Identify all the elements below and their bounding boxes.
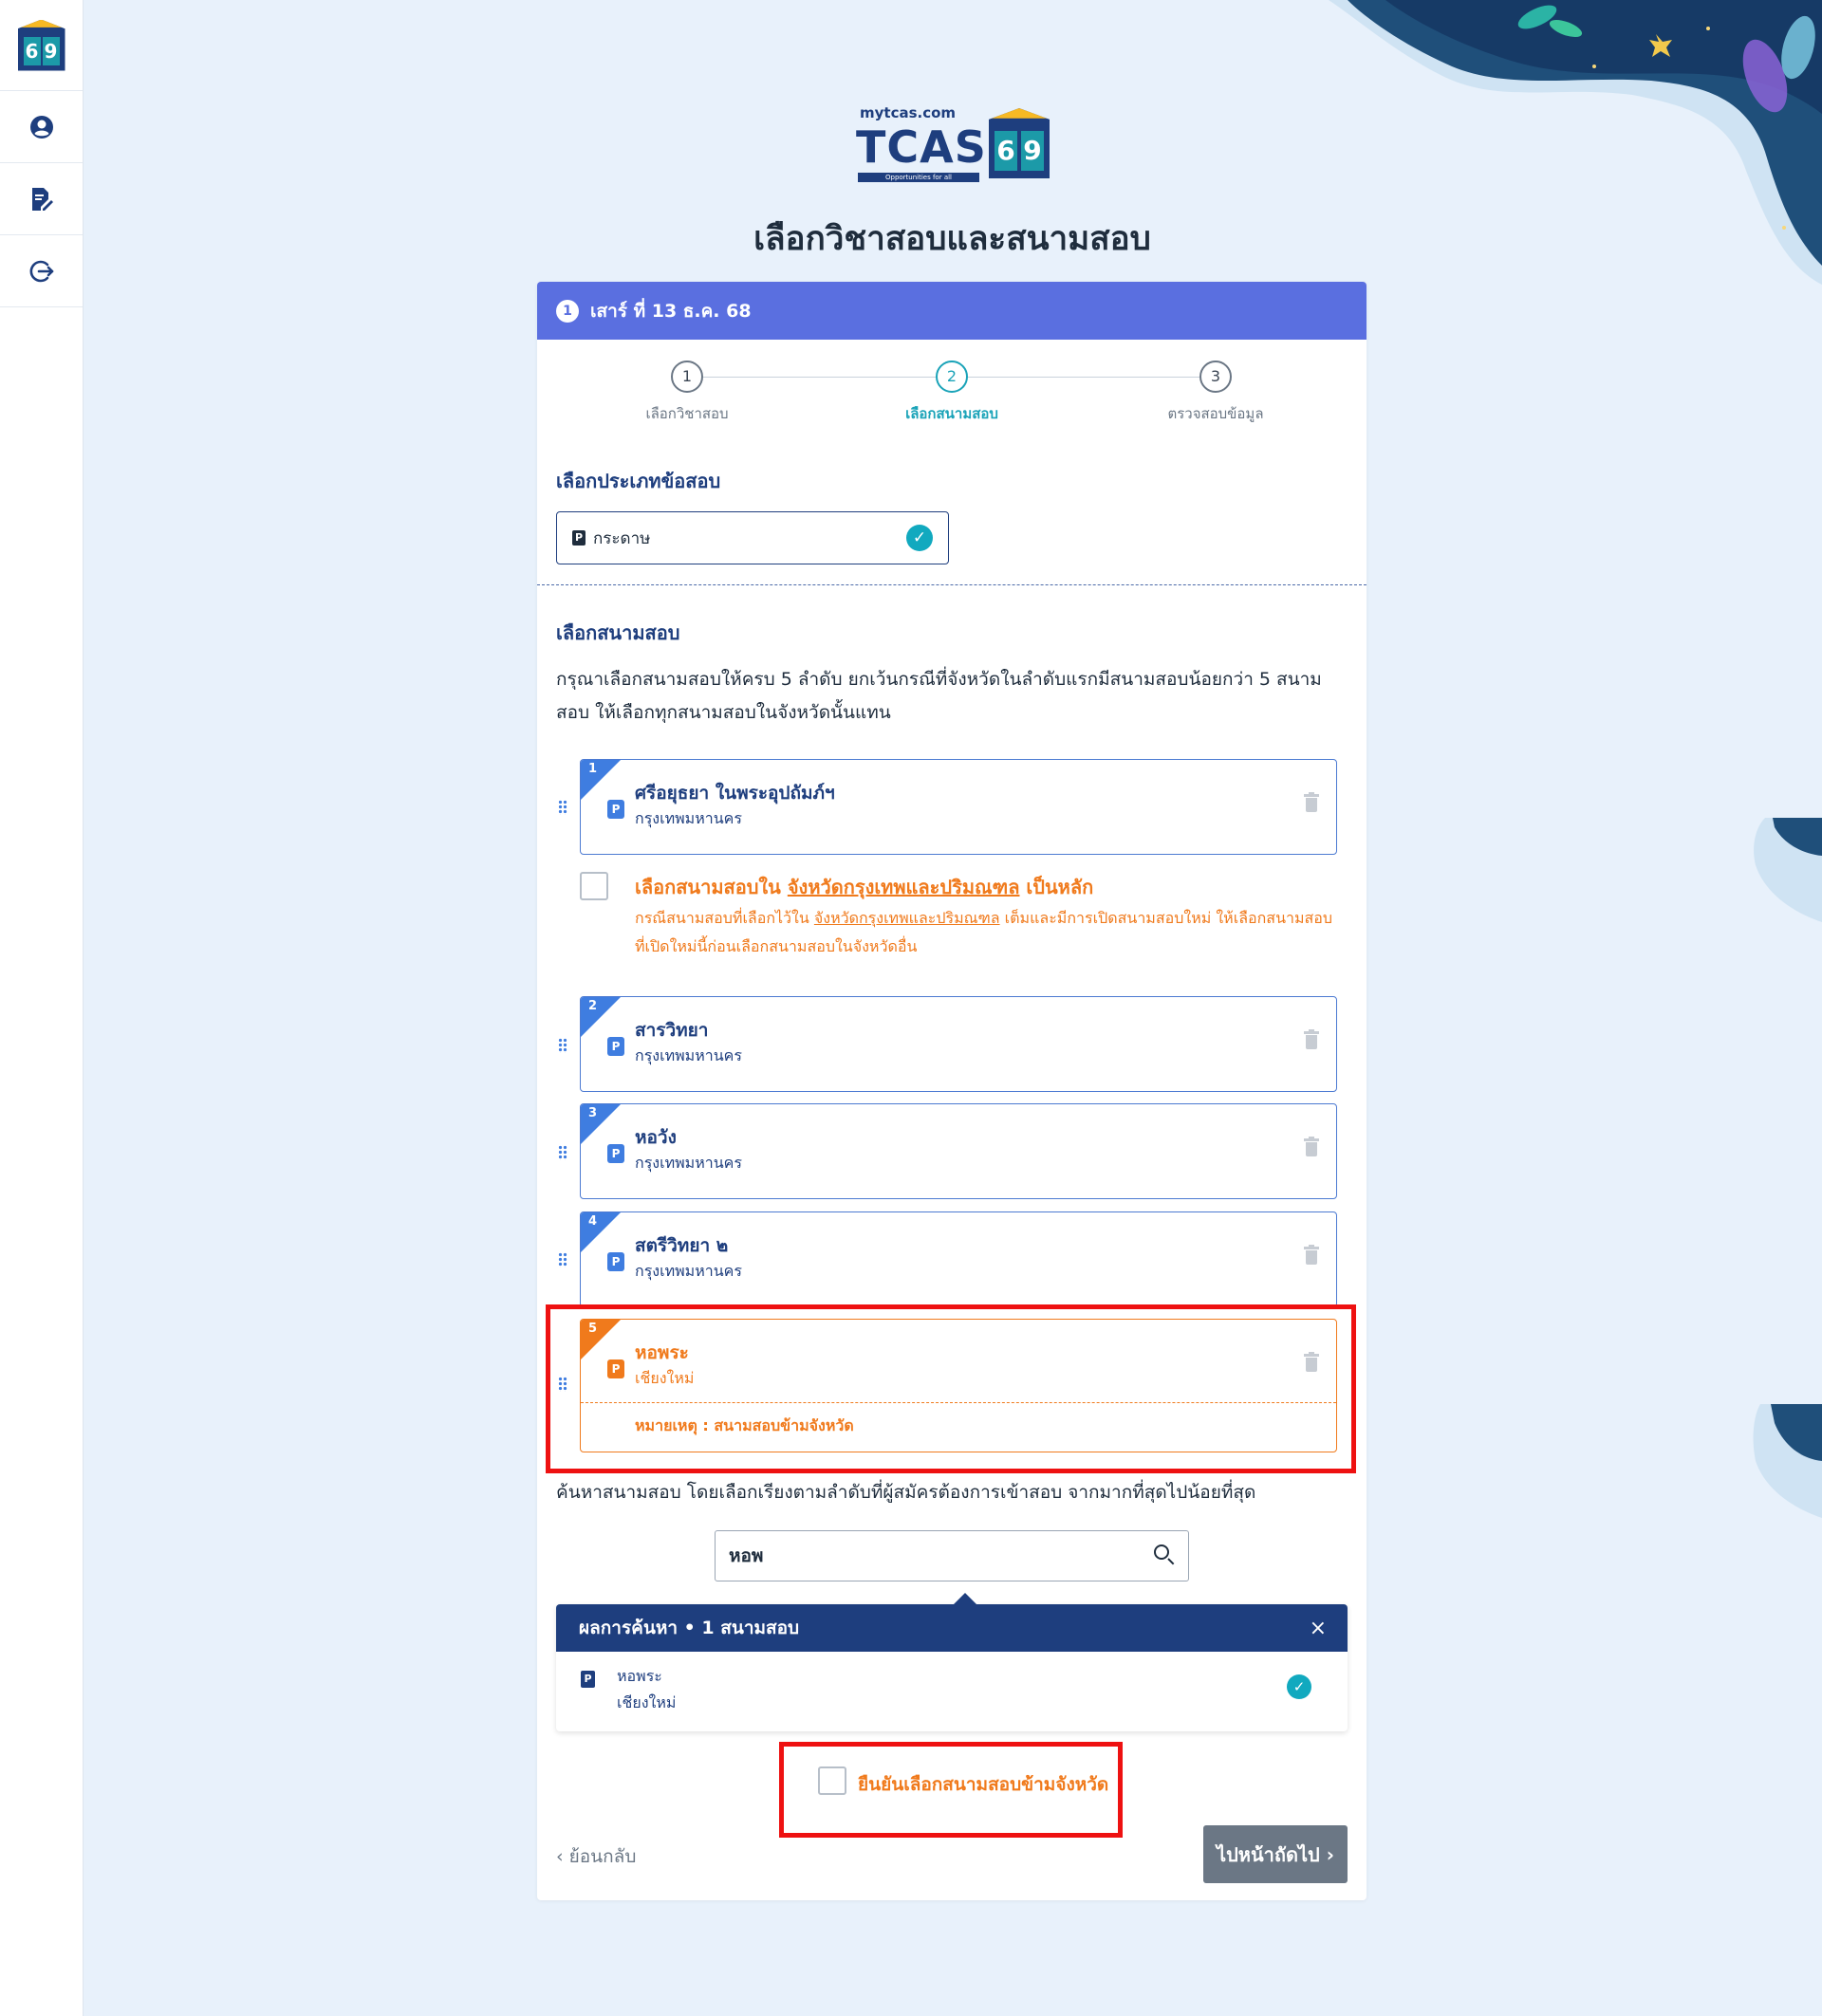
search-results-title: ผลการค้นหา • 1 สนามสอบ [579, 1618, 800, 1638]
paper-icon: P [572, 530, 586, 546]
exam-type-option-paper[interactable]: P กระดาษ ✓ [556, 511, 949, 564]
paper-icon: P [607, 1252, 624, 1271]
step-review: 3 ตรวจสอบข้อมูล [1121, 361, 1311, 425]
trash-icon[interactable] [1304, 1029, 1319, 1050]
primary-province-suffix: เป็นหลัก [1019, 876, 1094, 898]
venue-province: กรุงเทพมหานคร [635, 1046, 742, 1064]
venue-item-1[interactable]: 1 P ศรีอยุธยา ในพระอุปถัมภ์ฯ กรุงเทพมหาน… [580, 759, 1337, 855]
venue-search-input[interactable]: หอพ [715, 1530, 1189, 1581]
search-hint: ค้นหาสนามสอบ โดยเลือกเรียงตามลำดับที่ผู้… [556, 1482, 1256, 1503]
rank-badge [581, 760, 621, 800]
result-venue-name: หอพระ [617, 1667, 662, 1685]
step-choose-subject: 1 เลือกวิชาสอบ [592, 361, 782, 425]
stepper: 1 เลือกวิชาสอบ 2 เลือกสนามสอบ 3 ตรวจสอบข… [537, 340, 1366, 444]
trash-icon[interactable] [1304, 1245, 1319, 1266]
step-label: เลือกวิชาสอบ [645, 405, 729, 422]
check-icon: ✓ [906, 525, 933, 551]
tcas-logo: mytcas.com TCAS Opportunities for all 6 … [856, 104, 1050, 182]
primary-province-name: จังหวัดกรุงเทพและปริมณฑล [787, 876, 1020, 898]
drag-handle-icon[interactable] [558, 1038, 567, 1053]
selected-check-icon: ✓ [1287, 1674, 1311, 1699]
primary-province-desc-prefix: กรณีสนามสอบที่เลือกไว้ใน [635, 909, 814, 927]
search-input-value: หอพ [729, 1545, 764, 1566]
primary-province-label: เลือกสนามสอบใน จังหวัดกรุงเทพและปริมณฑล … [635, 872, 1093, 902]
venue-item-2[interactable]: 2 P สารวิทยา กรุงเทพมหานคร [580, 996, 1337, 1092]
venue-instruction: กรุณาเลือกสนามสอบให้ครบ 5 ลำดับ ยกเว้นกร… [556, 669, 1322, 723]
site-name: mytcas.com [860, 104, 957, 121]
document-edit-icon [31, 187, 53, 211]
decorative-wave-bottom [1753, 1404, 1822, 1518]
primary-province-prefix: เลือกสนามสอบใน [635, 876, 788, 898]
rank-number: 3 [588, 1106, 598, 1120]
user-circle-icon [29, 115, 53, 139]
venue-name: สารวิทยา [635, 1020, 709, 1041]
primary-province-checkbox[interactable] [580, 872, 608, 900]
step-number: 1 [671, 361, 703, 393]
sidebar: 6 9 [0, 0, 84, 2016]
exam-date-header: 1 เสาร์ ที่ 13 ธ.ค. 68 [537, 282, 1366, 340]
trash-icon[interactable] [1304, 792, 1319, 813]
venue-name: ศรีอยุธยา ในพระอุปถัมภ์ฯ [635, 783, 835, 804]
paper-icon: P [607, 1037, 624, 1056]
close-icon[interactable]: × [1310, 1617, 1327, 1640]
drag-handle-icon[interactable] [558, 1252, 567, 1267]
paper-icon: P [607, 800, 624, 819]
venue-section-title: เลือกสนามสอบ [556, 621, 680, 644]
rank-number: 1 [588, 762, 598, 776]
annotation-highlight-confirm [779, 1742, 1123, 1838]
rank-badge [581, 1212, 621, 1252]
venue-name: หอวัง [635, 1127, 677, 1148]
paper-icon: P [607, 1144, 624, 1163]
result-venue-province: เชียงใหม่ [617, 1693, 677, 1711]
results-pointer [954, 1593, 976, 1604]
decorative-wave-small [1754, 818, 1822, 922]
back-link[interactable]: ‹ ย้อนกลับ [556, 1842, 636, 1871]
exam-type-value: กระดาษ [593, 528, 651, 548]
tcas69-logo-icon: 6 9 [17, 19, 65, 71]
venue-selection-card: 1 เสาร์ ที่ 13 ธ.ค. 68 1 เลือกวิชาสอบ 2 … [537, 282, 1366, 1900]
search-results-header: ผลการค้นหา • 1 สนามสอบ [556, 1604, 1348, 1652]
rank-badge [581, 997, 621, 1037]
tagline: Opportunities for all [858, 173, 979, 182]
venue-province: กรุงเทพมหานคร [635, 809, 742, 827]
step-number: 3 [1199, 361, 1232, 393]
logo-digit-6: 6 [995, 131, 1017, 171]
venue-name: สตรีวิทยา ๒ [635, 1235, 729, 1256]
primary-province-desc-name: จังหวัดกรุงเทพและปริมณฑล [813, 909, 1000, 927]
logo-69-icon: 6 9 [989, 108, 1050, 178]
paper-icon: P [581, 1671, 595, 1688]
logo-digit-9: 9 [1021, 131, 1044, 171]
tcas-wordmark: TCAS [856, 121, 987, 173]
section-divider [537, 584, 1366, 585]
exam-type-title: เลือกประเภทข้อสอบ [556, 470, 721, 492]
drag-handle-icon[interactable] [558, 800, 567, 815]
rank-number: 4 [588, 1214, 598, 1229]
step-number: 2 [936, 361, 968, 393]
venue-province: กรุงเทพมหานคร [635, 1262, 742, 1280]
sidebar-logo[interactable]: 6 9 [0, 0, 83, 91]
logo-digit-9: 9 [42, 36, 60, 65]
search-icon[interactable] [1154, 1544, 1175, 1565]
annotation-highlight-venue-5 [546, 1304, 1356, 1473]
venue-province: กรุงเทพมหานคร [635, 1154, 742, 1172]
rank-badge [581, 1104, 621, 1144]
trash-icon[interactable] [1304, 1137, 1319, 1157]
step-label: ตรวจสอบข้อมูล [1167, 405, 1264, 422]
venue-item-4[interactable]: 4 P สตรีวิทยา ๒ กรุงเทพมหานคร [580, 1211, 1337, 1307]
step-label: เลือกสนามสอบ [905, 405, 998, 422]
exam-day-number: 1 [556, 299, 579, 323]
search-results-panel: ผลการค้นหา • 1 สนามสอบ × P หอพระ เชียงให… [556, 1593, 1348, 1731]
rank-number: 2 [588, 999, 598, 1013]
logo-digit-6: 6 [23, 36, 41, 65]
exam-date-text: เสาร์ ที่ 13 ธ.ค. 68 [590, 300, 752, 322]
sidebar-item-profile[interactable] [0, 91, 83, 163]
primary-province-description: กรณีสนามสอบที่เลือกไว้ใน จังหวัดกรุงเทพแ… [635, 904, 1337, 961]
page-title: เลือกวิชาสอบและสนามสอบ [753, 220, 1151, 258]
next-page-button[interactable]: ไปหน้าถัดไป › [1203, 1825, 1348, 1883]
drag-handle-icon[interactable] [558, 1145, 567, 1160]
venue-item-3[interactable]: 3 P หอวัง กรุงเทพมหานคร [580, 1103, 1337, 1199]
step-choose-venue: 2 เลือกสนามสอบ [857, 361, 1047, 425]
